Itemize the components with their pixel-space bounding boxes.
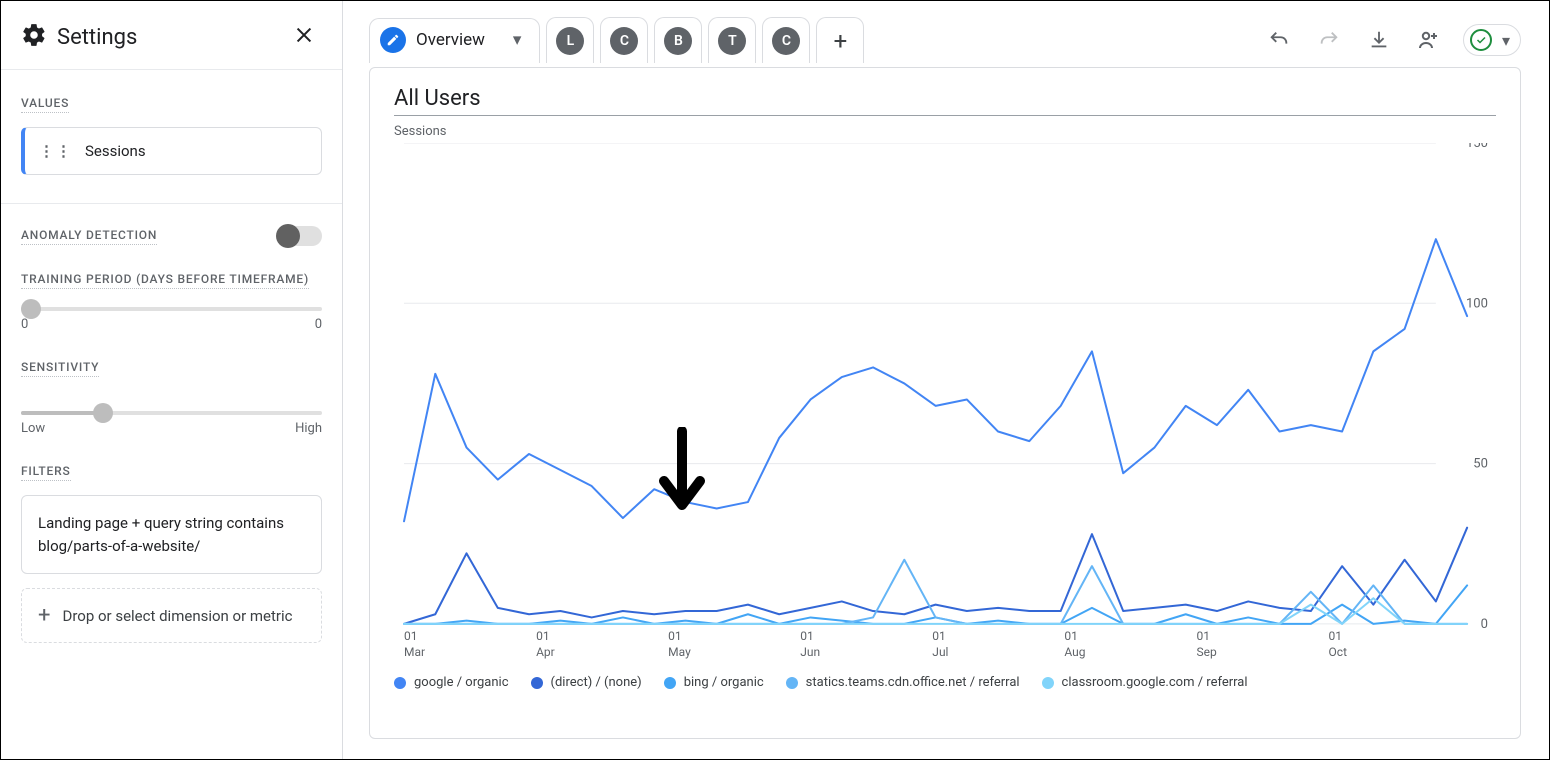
training-slider[interactable] [21,307,322,311]
chart-card: All Users Sessions 0 50 100 150 01 Mar 01 Apr 01… [369,67,1521,739]
svg-text:01: 01 [668,629,682,643]
values-chip-label: Sessions [85,142,146,160]
main-area: Overview ▾ LCBTC + ▾ All Users S [343,1,1549,759]
plus-icon: + [38,603,50,628]
chevron-down-icon: ▾ [1502,31,1510,50]
legend-swatch [394,677,406,689]
mini-tab-label: C [772,27,800,55]
svg-text:100: 100 [1466,296,1488,311]
legend-item[interactable]: bing / organic [664,675,764,690]
svg-text:01: 01 [800,629,814,643]
svg-text:Jun: Jun [800,645,820,659]
sensitivity-low: Low [21,421,45,436]
mini-tab-3[interactable]: T [708,17,756,63]
svg-text:01: 01 [1329,629,1343,643]
svg-text:Sep: Sep [1196,645,1217,659]
values-chip[interactable]: ⋮⋮ Sessions [21,127,322,175]
undo-button[interactable] [1263,24,1295,56]
drag-handle-icon[interactable]: ⋮⋮ [39,142,73,160]
training-heading: TRAINING PERIOD (DAYS BEFORE TIMEFRAME) [21,272,309,289]
tab-row: Overview ▾ LCBTC + [369,17,864,63]
pencil-icon [380,27,406,53]
training-min: 0 [21,317,28,332]
svg-text:150: 150 [1466,143,1488,151]
toolbar-actions: ▾ [1263,24,1521,56]
sidebar-title: Settings [57,25,286,50]
topbar: Overview ▾ LCBTC + ▾ [343,1,1549,67]
svg-text:Oct: Oct [1329,645,1348,659]
legend-item[interactable]: google / organic [394,675,509,690]
mini-tab-0[interactable]: L [546,17,594,63]
chart-legend: google / organic (direct) / (none) bing / … [394,675,1496,690]
sensitivity-slider[interactable] [21,411,322,415]
legend-item[interactable]: classroom.google.com / referral [1042,675,1248,690]
sensitivity-high: High [295,421,322,436]
svg-text:01: 01 [1064,629,1078,643]
chevron-down-icon[interactable]: ▾ [513,30,522,50]
chart-title: All Users [394,86,1496,111]
drop-text: Drop or select dimension or metric [62,607,292,625]
svg-text:Mar: Mar [404,645,425,659]
filter-chip[interactable]: Landing page + query string contains blo… [21,495,322,574]
tab-add[interactable]: + [816,17,864,63]
close-icon [293,24,315,50]
svg-text:Apr: Apr [536,645,555,659]
training-max: 0 [315,317,322,332]
anomaly-toggle[interactable] [278,226,322,246]
svg-text:01: 01 [404,629,418,643]
sidebar-header: Settings [1,1,342,70]
svg-text:50: 50 [1473,457,1488,472]
settings-sidebar: Settings VALUES ⋮⋮ Sessions ANOMALY DETE… [1,1,343,759]
mini-tab-label: L [556,27,584,55]
drop-zone[interactable]: + Drop or select dimension or metric [21,588,322,643]
svg-text:Aug: Aug [1064,645,1085,659]
gear-icon [21,22,47,52]
legend-swatch [1042,677,1054,689]
mini-tab-4[interactable]: C [762,17,810,63]
svg-text:Jul: Jul [932,645,948,659]
legend-swatch [531,677,543,689]
mini-tab-1[interactable]: C [600,17,648,63]
mini-tab-label: B [664,27,692,55]
sensitivity-heading: SENSITIVITY [21,360,99,377]
svg-text:01: 01 [1196,629,1210,643]
filter-text: Landing page + query string contains blo… [38,514,284,555]
plus-icon: + [834,27,848,55]
metric-label: Sessions [394,124,1496,139]
tab-label: Overview [416,30,485,50]
svg-text:May: May [668,645,691,659]
redo-button[interactable] [1313,24,1345,56]
mini-tab-label: C [610,27,638,55]
values-heading: VALUES [21,96,69,113]
status-pill[interactable]: ▾ [1463,24,1521,56]
legend-item[interactable]: (direct) / (none) [531,675,642,690]
filters-heading: FILTERS [21,464,71,481]
legend-swatch [664,677,676,689]
svg-text:01: 01 [932,629,946,643]
svg-text:0: 0 [1481,617,1488,632]
svg-text:01: 01 [536,629,550,643]
download-button[interactable] [1363,24,1395,56]
tab-overview[interactable]: Overview ▾ [369,18,540,63]
mini-tab-label: T [718,27,746,55]
legend-item[interactable]: statics.teams.cdn.office.net / referral [786,675,1020,690]
chart-plot: 0 50 100 150 01 Mar 01 Apr 01 May 01 Jun 01 Jul 01 Aug 0… [394,143,1496,663]
check-circle-icon [1470,29,1492,51]
anomaly-heading: ANOMALY DETECTION [21,228,157,245]
close-button[interactable] [286,19,322,55]
legend-swatch [786,677,798,689]
mini-tab-2[interactable]: B [654,17,702,63]
share-button[interactable] [1413,24,1445,56]
